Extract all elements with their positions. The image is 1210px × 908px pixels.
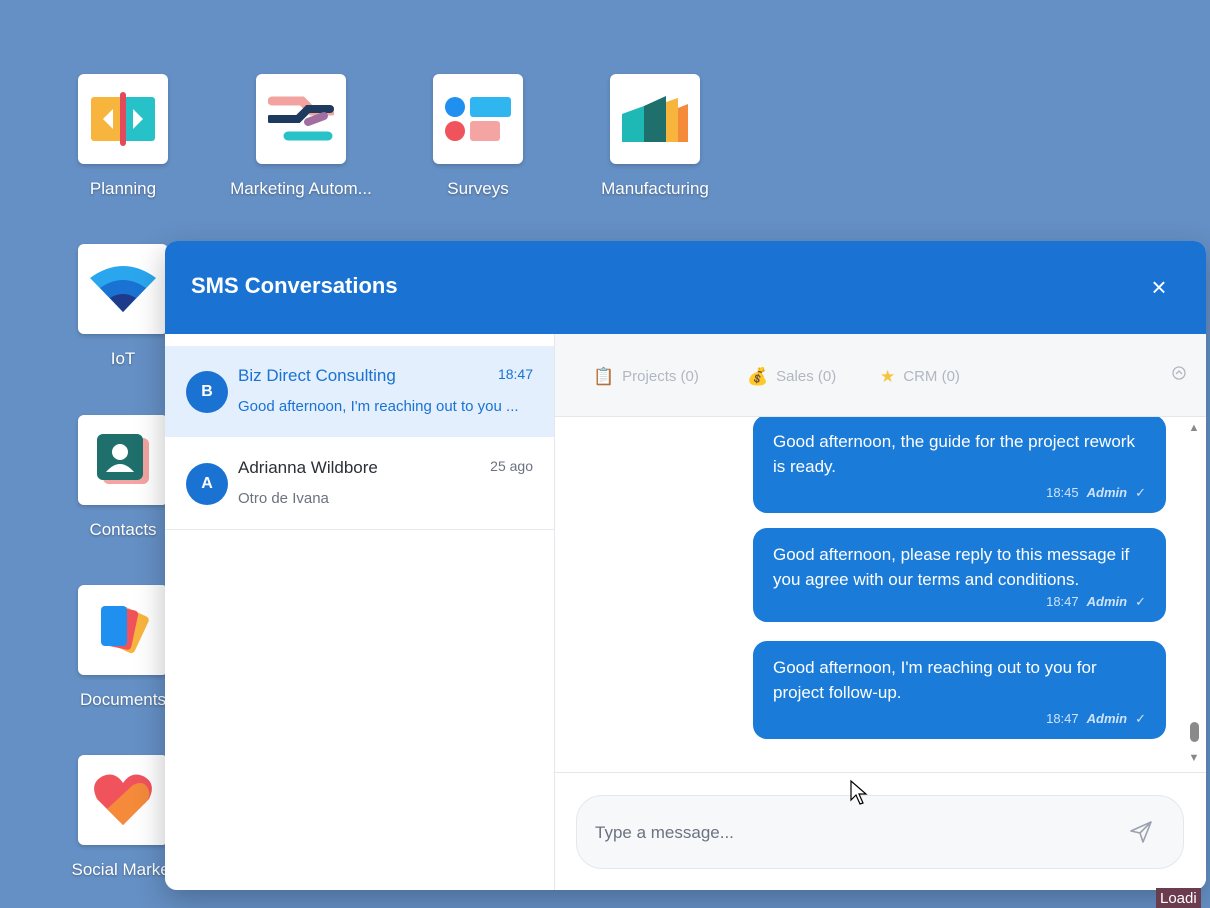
related-records-bar: 📋 Projects (0) 💰 Sales (0) ★ CRM (0): [555, 334, 1206, 417]
conversation-time: 18:47: [497, 366, 533, 382]
app-marketing-automation[interactable]: Marketing Autom...: [221, 74, 381, 199]
contacts-icon: [78, 415, 168, 505]
message-bubble: Good afternoon, the guide for the projec…: [753, 417, 1166, 513]
dialog-header: SMS Conversations ×: [165, 241, 1206, 334]
message-meta: 18:45 Admin ✓: [773, 485, 1146, 501]
checkmark-icon: ✓: [1135, 485, 1146, 500]
chat-pane: 📋 Projects (0) 💰 Sales (0) ★ CRM (0) Goo…: [555, 334, 1206, 890]
composer-area: [555, 772, 1206, 890]
app-label: Marketing Autom...: [230, 179, 372, 198]
app-label: Manufacturing: [601, 179, 709, 198]
iot-icon: [78, 244, 168, 334]
mouse-cursor-icon: [850, 779, 868, 806]
app-label: Surveys: [447, 179, 509, 198]
checkmark-icon: ✓: [1135, 711, 1146, 726]
message-author: Admin: [1086, 485, 1128, 500]
social-marketing-icon: [78, 755, 168, 845]
scroll-thumb[interactable]: [1190, 722, 1199, 742]
dialog-title: SMS Conversations: [191, 273, 398, 298]
message-thread: Good afternoon, the guide for the projec…: [555, 417, 1206, 772]
conversation-item[interactable]: B Biz Direct Consulting 18:47 Good after…: [165, 346, 554, 437]
contact-name: Adrianna Wildbore: [238, 458, 378, 477]
contact-name: Biz Direct Consulting: [238, 366, 396, 385]
close-button[interactable]: ×: [1143, 271, 1175, 303]
message-meta: 18:47 Admin ✓: [773, 594, 1146, 610]
app-label: Planning: [89, 179, 157, 198]
tab-label: CRM (0): [903, 367, 960, 385]
app-label: Contacts: [89, 520, 157, 539]
app-label: Social Market: [71, 860, 175, 879]
app-manufacturing[interactable]: Manufacturing: [575, 74, 735, 199]
message-bubble: Good afternoon, I'm reaching out to you …: [753, 641, 1166, 739]
message-scrollbar[interactable]: ▲ ▼: [1185, 420, 1203, 770]
app-label: IoT: [110, 349, 136, 368]
avatar: A: [186, 463, 228, 505]
loading-indicator: Loadi: [1156, 888, 1201, 908]
tab-projects[interactable]: 📋 Projects (0): [583, 359, 709, 393]
app-label: Documents: [80, 690, 166, 709]
star-icon: ★: [880, 366, 896, 386]
sms-conversations-dialog: SMS Conversations × B Biz Direct Consult…: [165, 241, 1206, 890]
conversation-time: 25 ago: [490, 458, 533, 474]
tab-sales[interactable]: 💰 Sales (0): [737, 359, 846, 393]
scroll-up-icon[interactable]: ▲: [1188, 422, 1200, 434]
message-author: Admin: [1086, 711, 1128, 726]
marketing-automation-icon: [256, 74, 346, 164]
message-time: 18:47: [1046, 594, 1079, 609]
surveys-icon: [433, 74, 523, 164]
tab-crm[interactable]: ★ CRM (0): [870, 359, 970, 393]
message-composer: [576, 795, 1184, 869]
message-text: Good afternoon, please reply to this mes…: [773, 545, 1130, 589]
message-text: Good afternoon, the guide for the projec…: [773, 432, 1135, 476]
checkmark-icon: ✓: [1135, 594, 1146, 609]
scroll-down-icon[interactable]: ▼: [1188, 752, 1200, 764]
message-text: Good afternoon, I'm reaching out to you …: [773, 658, 1097, 702]
money-bag-icon: 💰: [747, 366, 769, 386]
message-author: Admin: [1086, 594, 1128, 609]
avatar: B: [186, 371, 228, 413]
message-meta: 18:47 Admin ✓: [773, 711, 1146, 727]
send-icon[interactable]: [1129, 820, 1155, 846]
message-input[interactable]: [593, 816, 1117, 850]
planning-icon: [78, 74, 168, 164]
message-bubble: Good afternoon, please reply to this mes…: [753, 528, 1166, 622]
conversation-item[interactable]: A Adrianna Wildbore 25 ago Otro de Ivana: [165, 438, 554, 530]
clipboard-icon: 📋: [593, 366, 615, 386]
message-preview: Otro de Ivana: [238, 490, 329, 507]
documents-icon: [78, 585, 168, 675]
app-planning[interactable]: Planning: [43, 74, 203, 199]
tab-label: Sales (0): [776, 367, 837, 385]
app-surveys[interactable]: Surveys: [398, 74, 558, 199]
conversation-list: B Biz Direct Consulting 18:47 Good after…: [165, 334, 555, 890]
tab-label: Projects (0): [622, 367, 699, 385]
chevron-circle-icon[interactable]: [1170, 366, 1188, 384]
message-time: 18:45: [1046, 485, 1079, 500]
manufacturing-icon: [610, 74, 700, 164]
message-time: 18:47: [1046, 711, 1079, 726]
message-preview: Good afternoon, I'm reaching out to you …: [238, 398, 519, 415]
